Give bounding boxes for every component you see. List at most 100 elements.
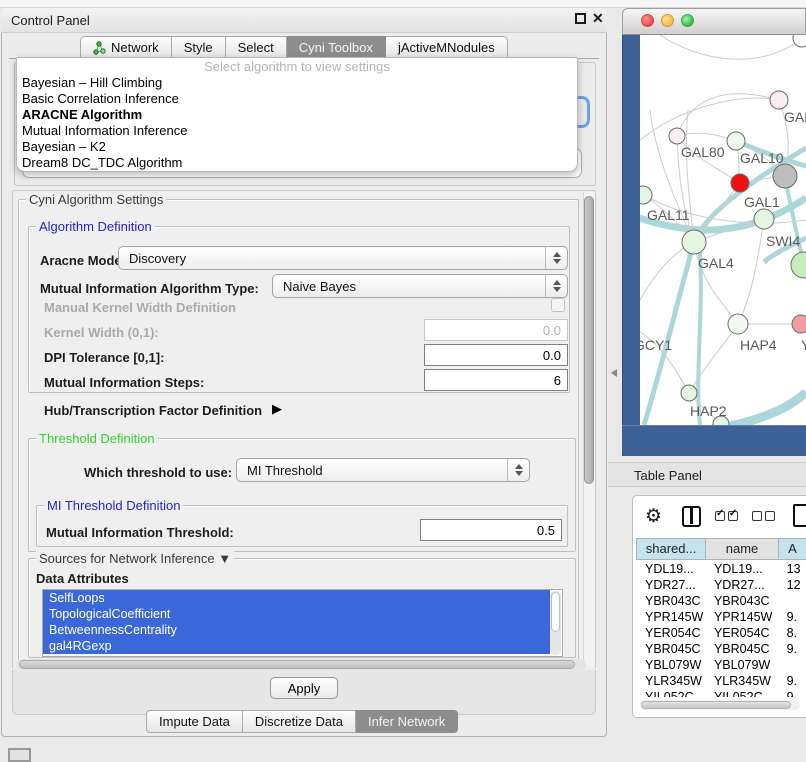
attributes-scrollbar-thumb[interactable] [551,592,560,632]
algorithm-option[interactable]: Mutual Information Inference [17,123,577,139]
settings-hscrollbar-thumb[interactable] [19,660,575,669]
float-window-icon[interactable] [575,13,586,24]
dpi-tolerance-field[interactable]: 0.0 [424,344,568,366]
node-label: GAL80 [681,144,725,160]
attribute-item[interactable]: gal4RGexp [43,638,550,654]
mi-threshold-field[interactable]: 0.5 [420,519,562,541]
table-cell: YBR045C [636,641,705,657]
unchecked-pair-icon[interactable] [752,511,775,521]
split-columns-icon[interactable] [682,506,701,527]
network-node-hap4[interactable] [728,314,748,334]
tab-infer-network[interactable]: Infer Network [356,710,458,733]
tab-network[interactable]: Network [80,36,172,59]
tab-label: Select [238,40,274,55]
table-cell: 9 [778,689,806,697]
expand-arrow-icon[interactable]: ▶ [272,401,282,417]
mi-threshold-label: Mutual Information Threshold: [46,525,234,540]
node-label: GAL10 [740,150,784,166]
table-row[interactable]: YBR045CYBR045C9. [636,641,806,657]
table-row[interactable]: YDR27...YDR27...12 [636,577,806,593]
tab-jactivemnodules[interactable]: jActiveMNodules [386,36,508,59]
manual-kernel-width-checkbox[interactable] [551,298,565,312]
close-icon[interactable]: ✕ [592,10,604,27]
network-node-swi4[interactable] [754,209,774,229]
network-node-gal80[interactable] [669,128,685,144]
tab-style[interactable]: Style [172,36,226,59]
network-node-gal10[interactable] [727,132,745,150]
table-row[interactable]: YIL052CYIL052C9 [636,689,806,697]
network-node[interactable] [793,35,806,47]
node-label: Y [801,337,806,353]
table-row[interactable]: YPR145WYPR145W9. [636,609,806,625]
sources-group-title[interactable]: Sources for Network Inference ▼ [36,551,234,566]
tab-discretize-data[interactable]: Discretize Data [243,710,356,733]
column-header-2[interactable]: name [705,538,778,560]
cyni-mode-tabs: Impute DataDiscretize DataInfer Network [146,710,458,733]
table-row[interactable]: YDL19...YDL19...13 [636,561,806,577]
minimized-panel-icon[interactable] [8,748,31,762]
combo-stepper-icon [545,247,567,269]
partial-box-icon[interactable] [793,504,806,527]
algorithm-option[interactable]: Basic Correlation Inference [17,91,577,107]
table-row[interactable]: YER054CYER054C8. [636,625,806,641]
mac-close-button[interactable] [641,14,654,27]
apply-button[interactable]: Apply [270,677,338,699]
mi-steps-field[interactable]: 6 [424,369,568,391]
table-cell: YDL19... [705,561,778,577]
tab-select[interactable]: Select [226,36,287,59]
gear-icon[interactable]: ⚙ [645,505,662,528]
network-node-gal[interactable] [770,91,788,109]
checked-box-icon [728,511,738,521]
table-hscrollbar-thumb[interactable] [641,701,791,709]
table-panel-title: Table Panel [634,468,702,483]
algorithm-option[interactable]: ARACNE Algorithm [17,107,577,123]
node-label: GCY1 [640,337,672,353]
table-row[interactable]: YBR043CYBR043C [636,593,806,609]
aracne-mode-combo[interactable]: Discovery [118,246,568,270]
table-cell: 8. [778,625,806,641]
data-attributes-list[interactable]: SelfLoopsTopologicalCoefficientBetweenne… [42,589,563,657]
network-node[interactable] [791,252,806,278]
mac-zoom-button[interactable] [681,14,694,27]
tab-cyni-toolbox[interactable]: Cyni Toolbox [287,36,386,59]
network-node-hap2[interactable] [681,385,697,401]
network-canvas[interactable]: GALGAL80GAL10GAL1GAL11SWI4GAL4GCY1HAP4YH… [640,35,806,425]
manual-kernel-width-label: Manual Kernel Width Definition [44,300,236,315]
mi-threshold-group-title: MI Threshold Definition [44,498,183,513]
table-body: YDL19...YDL19...13YDR27...YDR27...12YBR0… [636,561,806,697]
column-header-3[interactable]: A [778,538,806,560]
split-pane-arrow-icon[interactable] [611,369,617,377]
algorithm-option[interactable]: Bayesian – Hill Climbing [17,75,577,91]
attribute-item[interactable]: SelfLoops [43,590,550,606]
threshold-definition-title: Threshold Definition [36,431,158,446]
tab-impute-data[interactable]: Impute Data [146,710,243,733]
table-cell: 13 [778,561,806,577]
checked-pair-icon[interactable] [715,511,738,521]
node-label: GAL [784,109,806,125]
algorithm-option[interactable]: Bayesian – K2 [17,139,577,155]
network-node-y[interactable] [792,315,806,333]
which-threshold-combo[interactable]: MI Threshold [236,458,530,482]
table-row[interactable]: YLR345WYLR345W9. [636,673,806,689]
hub-definition-label[interactable]: Hub/Transcription Factor Definition [44,403,262,418]
algorithm-option[interactable]: Dream8 DC_TDC Algorithm [17,155,577,171]
attribute-item[interactable]: TopologicalCoefficient [43,606,550,622]
table-row[interactable]: YBL079WYBL079W [636,657,806,673]
table-cell: 9. [778,641,806,657]
kernel-width-field[interactable]: 0.0 [424,319,568,341]
control-panel-titlebar [1,8,607,33]
network-node-gal11[interactable] [640,186,652,204]
network-node[interactable] [773,164,797,188]
dropdown-prompt: Select algorithm to view settings [17,58,577,75]
control-panel-tabs: NetworkStyle Select Cyni ToolboxjActiveMNo… [80,36,508,59]
network-edge [660,35,800,59]
column-header-1[interactable]: shared... [636,538,705,560]
mac-minimize-button[interactable] [661,14,674,27]
attribute-item[interactable]: BetweennessCentrality [43,622,550,638]
table-cell: 12 [778,577,806,593]
table-cell: YBR045C [705,641,778,657]
network-node-gal4[interactable] [682,230,706,254]
mi-algorithm-type-combo[interactable]: Naive Bayes [272,274,568,298]
network-node-gal1[interactable] [731,174,749,192]
settings-scrollbar-thumb[interactable] [584,196,594,484]
